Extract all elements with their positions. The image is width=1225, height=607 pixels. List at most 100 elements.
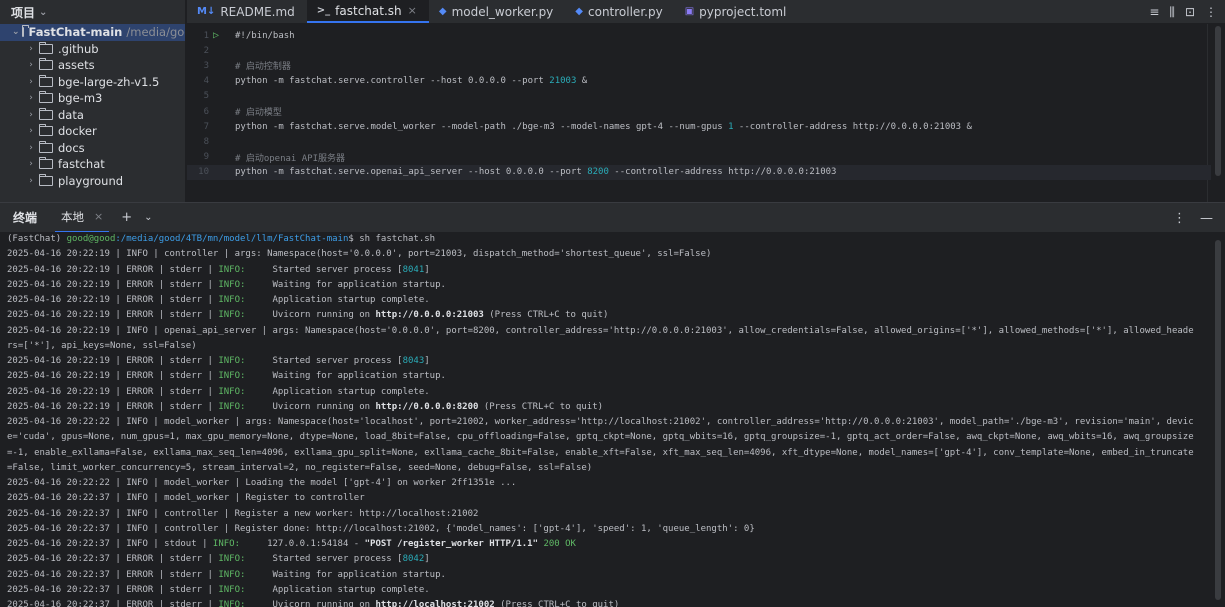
code-line: 2 [187, 43, 1211, 58]
chevron-down-icon[interactable]: ⌄ [144, 212, 152, 223]
terminal-line: 2025-04-16 20:22:19 | ERROR | stderr | I… [7, 401, 604, 412]
terminal-output[interactable]: (FastChat) good@good:/media/good/4TB/mn/… [0, 232, 1225, 607]
code-line: 6 # 启动模型 [187, 104, 1211, 119]
editor-tab[interactable]: ◆ controller.py [565, 0, 674, 23]
terminal-line: 2025-04-16 20:22:19 | INFO | openai_api_… [7, 325, 1194, 336]
editor-tab[interactable]: >_ fastchat.sh × [306, 0, 429, 23]
terminal-line: 2025-04-16 20:22:19 | ERROR | stderr | I… [7, 279, 446, 290]
chevron-right-icon[interactable]: › [25, 44, 37, 54]
editor-scrollbar[interactable] [1215, 26, 1221, 176]
tree-root-path: /media/good/4 [126, 25, 185, 40]
close-icon[interactable]: × [408, 4, 417, 17]
tab-label: README.md [220, 4, 295, 19]
folder-icon [39, 91, 53, 104]
editor-tabs: M↓ README.md >_ fastchat.sh × ◆ model_worker.p… [187, 0, 1225, 24]
chevron-right-icon[interactable]: › [25, 77, 37, 87]
more-icon[interactable]: ⋮ [1205, 5, 1217, 19]
run-icon[interactable]: ▷ [209, 30, 235, 41]
terminal-line: 2025-04-16 20:22:22 | INFO | model_worke… [7, 417, 1194, 427]
editor-tab[interactable]: ▣ pyproject.toml [675, 0, 799, 23]
terminal-scrollbar[interactable] [1215, 240, 1221, 600]
terminal-line: e='cuda', gpus=None, num_gpus=1, max_gpu… [7, 432, 1194, 443]
close-icon[interactable]: × [94, 210, 103, 223]
project-panel: 项目 ⌄ ⌄ FastChat-main /media/good/4 › .git… [0, 0, 186, 202]
chevron-right-icon[interactable]: › [25, 126, 37, 136]
code-segment: python -m fastchat.serve.openai_api_serv… [235, 167, 588, 178]
tree-folder[interactable]: › bge-m3 [0, 90, 185, 107]
chevron-right-icon[interactable]: › [25, 93, 37, 103]
tab-label: pyproject.toml [699, 4, 787, 19]
file-icon: M↓ [197, 6, 216, 17]
chevron-down-icon[interactable]: ⌄ [12, 27, 20, 37]
terminal-header: 终端 本地 × + ⌄ ⋮ — [0, 202, 1225, 233]
terminal-tab-local[interactable]: 本地 × [55, 203, 110, 233]
terminal-line: 2025-04-16 20:22:37 | INFO | model_worke… [7, 493, 365, 504]
file-icon: ◆ [438, 6, 447, 17]
code-text: # 启动openai API服务器 [235, 153, 346, 164]
folder-icon [39, 124, 53, 137]
tree-folder[interactable]: › playground [0, 173, 185, 190]
terminal-actions: ⋮ — [1173, 203, 1213, 233]
line-number: 9 [203, 152, 209, 163]
terminal-line: 2025-04-16 20:22:37 | INFO | controller … [7, 523, 755, 534]
project-header[interactable]: 项目 ⌄ [0, 0, 185, 24]
tree-folder[interactable]: › fastchat [0, 156, 185, 173]
code-number: 8200 [587, 167, 609, 178]
tree-folder[interactable]: › docker [0, 123, 185, 140]
chevron-down-icon[interactable]: ⌄ [39, 7, 47, 18]
code-line: 1 ▷ #!/bin/bash [187, 28, 1211, 43]
tab-label: controller.py [588, 4, 663, 19]
tree-folder-label: docker [58, 124, 97, 139]
terminal-line: 2025-04-16 20:22:19 | ERROR | stderr | I… [7, 356, 430, 366]
split-icon[interactable]: ⫼ [1169, 5, 1175, 20]
tree-folder[interactable]: › .github [0, 41, 185, 58]
tab-list-icon[interactable]: ≡ [1149, 5, 1159, 19]
project-tree: ⌄ FastChat-main /media/good/4 › .github › a… [0, 24, 185, 189]
tree-folder-label: bge-m3 [58, 91, 103, 106]
tree-folder[interactable]: › bge-large-zh-v1.5 [0, 74, 185, 91]
chevron-right-icon[interactable]: › [25, 60, 37, 70]
terminal-line: 2025-04-16 20:22:19 | ERROR | stderr | I… [7, 310, 609, 321]
code-line: 8 [187, 134, 1211, 149]
tree-folder-label: fastchat [58, 157, 105, 172]
prompt-user: good@good [66, 234, 116, 244]
terminal-prompt-line: (FastChat) good@good:/media/good/4TB/mn/… [7, 232, 1225, 247]
editor-tab[interactable]: M↓ README.md [187, 0, 307, 23]
more-icon[interactable]: ⋮ [1173, 211, 1186, 226]
line-number: 1 [203, 30, 209, 41]
terminal-line: 2025-04-16 20:22:37 | ERROR | stderr | I… [7, 554, 430, 565]
tree-folder[interactable]: › data [0, 107, 185, 124]
code-segment: python -m fastchat.serve.model_worker --… [235, 121, 729, 132]
code-line: 4 python -m fastchat.serve.controller --h… [187, 74, 1211, 89]
code-text: # 启动控制器 [235, 62, 291, 73]
folder-icon [39, 74, 53, 87]
chevron-right-icon[interactable]: › [25, 110, 37, 120]
chevron-right-icon[interactable]: › [25, 159, 37, 169]
tree-folder[interactable]: › assets [0, 57, 185, 74]
folder-icon [39, 157, 53, 170]
chevron-right-icon[interactable]: › [25, 176, 37, 186]
tree-folder[interactable]: › docs [0, 140, 185, 157]
add-icon[interactable]: + [121, 210, 132, 225]
minimize-icon[interactable]: — [1200, 211, 1213, 226]
line-number: 8 [203, 136, 209, 147]
terminal-line: 2025-04-16 20:22:19 | ERROR | stderr | I… [7, 264, 430, 275]
code-line: 7 python -m fastchat.serve.model_worker -… [187, 119, 1211, 134]
project-title: 项目 [11, 5, 36, 20]
tree-root[interactable]: ⌄ FastChat-main /media/good/4 [0, 24, 185, 41]
tab-label: fastchat.sh [335, 3, 402, 18]
line-number: 3 [203, 60, 209, 71]
editor-tab[interactable]: ◆ model_worker.py [429, 0, 565, 23]
code-text: python -m fastchat.serve.openai_api_serv… [235, 167, 836, 177]
tree-folder-label: docs [58, 140, 85, 155]
code-area[interactable]: 1 ▷ #!/bin/bash 2 3 # 启动控制器 4 python -m fastcha… [187, 24, 1225, 202]
chevron-right-icon[interactable]: › [25, 143, 37, 153]
folder-icon [21, 25, 29, 38]
settings-icon[interactable]: ⊡ [1185, 5, 1195, 19]
terminal-line: 2025-04-16 20:22:37 | ERROR | stderr | I… [7, 600, 620, 607]
code-line: 9 # 启动openai API服务器 [187, 150, 1211, 165]
tab-label: model_worker.py [451, 4, 554, 19]
code-segment: --controller-address http://0.0.0.0:2100… [608, 167, 837, 178]
code-segment: --controller-address http://0.0.0.0:2100… [733, 121, 972, 132]
code-segment: python -m fastchat.serve.controller --ho… [235, 76, 550, 87]
